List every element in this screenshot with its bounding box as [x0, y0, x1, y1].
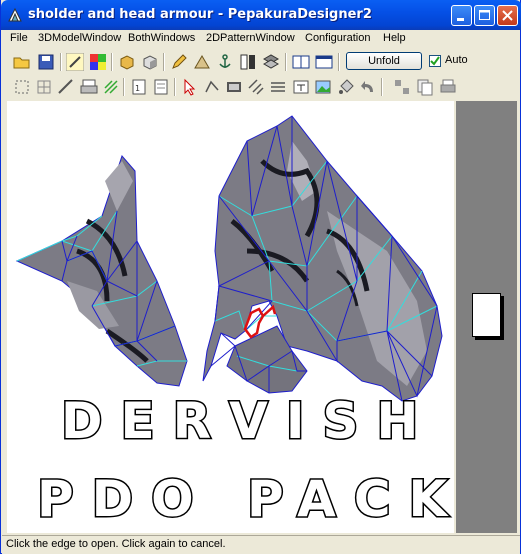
- texture-color-icon[interactable]: [89, 53, 107, 71]
- toolbar-separator: [174, 78, 176, 96]
- undo-icon[interactable]: [359, 78, 377, 96]
- open-file-icon[interactable]: [13, 53, 31, 71]
- toolbar-separator: [60, 53, 62, 71]
- toolbar-separator: [381, 78, 383, 96]
- layers-icon[interactable]: [262, 53, 280, 71]
- rect-select-icon[interactable]: [13, 78, 31, 96]
- pattern-page-preview[interactable]: [472, 293, 501, 337]
- toolbar-separator: [338, 53, 340, 71]
- edge-tool-icon[interactable]: [203, 78, 221, 96]
- maximize-button[interactable]: [474, 5, 495, 26]
- minimize-icon: [457, 18, 464, 21]
- overlay-title-line2: PDO PACK: [35, 469, 466, 530]
- auto-checkbox-label: Auto: [445, 54, 468, 66]
- printer-icon[interactable]: [439, 78, 457, 96]
- join-faces-icon[interactable]: [239, 53, 257, 71]
- status-bar: Click the edge to open. Click again to c…: [2, 535, 520, 554]
- copy-icon[interactable]: [416, 78, 434, 96]
- cube-view-icon[interactable]: [141, 53, 159, 71]
- svg-text:1: 1: [135, 84, 140, 93]
- paint-bucket-icon[interactable]: [337, 78, 355, 96]
- select-tool-icon[interactable]: [66, 53, 84, 71]
- pepakura-app-icon: [8, 7, 22, 22]
- menu-2dpatternwindow[interactable]: 2DPatternWindow: [206, 32, 295, 44]
- align-edges-icon[interactable]: [269, 78, 287, 96]
- menu-3dmodelwindow[interactable]: 3DModelWindow: [38, 32, 121, 44]
- title-bar[interactable]: sholder and head armour - PepakuraDesign…: [1, 0, 521, 30]
- 3d-model-viewport[interactable]: [7, 101, 454, 533]
- pointer-select-icon[interactable]: [181, 78, 199, 96]
- grid-icon[interactable]: [35, 78, 53, 96]
- menu-file[interactable]: File: [10, 32, 28, 44]
- application-window: sholder and head armour - PepakuraDesign…: [0, 0, 521, 554]
- film-strip-icon[interactable]: [225, 78, 243, 96]
- page-number-icon[interactable]: 1: [130, 78, 148, 96]
- menu-bar: File 3DModelWindow BothWindows 2DPattern…: [2, 30, 520, 48]
- menu-configuration[interactable]: Configuration: [305, 32, 370, 44]
- unfold-button[interactable]: Unfold: [346, 52, 422, 70]
- auto-checkbox[interactable]: [429, 55, 441, 67]
- status-message: Click the edge to open. Click again to c…: [6, 538, 226, 550]
- box-model-icon[interactable]: [118, 53, 136, 71]
- overlay-title-line1: DERVISH: [59, 391, 437, 452]
- two-panel-view-icon[interactable]: [292, 53, 310, 71]
- save-file-icon[interactable]: [37, 53, 55, 71]
- edit-pencil-icon[interactable]: [170, 53, 188, 71]
- window-title: sholder and head armour - PepakuraDesign…: [28, 7, 372, 22]
- measure-icon[interactable]: [57, 78, 75, 96]
- toolbar-separator: [163, 53, 165, 71]
- toolbar-separator: [285, 53, 287, 71]
- arrange-icon[interactable]: [393, 78, 411, 96]
- maximize-icon: [479, 10, 490, 20]
- text-box-icon[interactable]: [292, 78, 310, 96]
- close-icon: [502, 10, 513, 21]
- menu-bothwindows[interactable]: BothWindows: [128, 32, 195, 44]
- secondary-toolbar: 1: [2, 75, 520, 99]
- hatch-lines-icon[interactable]: [247, 78, 265, 96]
- checkmark-icon: [430, 56, 440, 66]
- toolbar-separator: [123, 78, 125, 96]
- toolbar-separator: [111, 53, 113, 71]
- minimize-button[interactable]: [451, 5, 472, 26]
- armour-3d-model[interactable]: [7, 101, 454, 533]
- menu-help[interactable]: Help: [383, 32, 406, 44]
- main-toolbar: Unfold Auto: [2, 50, 520, 74]
- close-button[interactable]: [497, 5, 518, 26]
- flap-tool-icon[interactable]: [193, 53, 211, 71]
- page-setup-icon[interactable]: [152, 78, 170, 96]
- fold-lines-icon[interactable]: [102, 78, 120, 96]
- single-panel-view-icon[interactable]: [315, 53, 333, 71]
- image-icon[interactable]: [314, 78, 332, 96]
- print-icon[interactable]: [80, 78, 98, 96]
- anchor-icon[interactable]: [216, 53, 234, 71]
